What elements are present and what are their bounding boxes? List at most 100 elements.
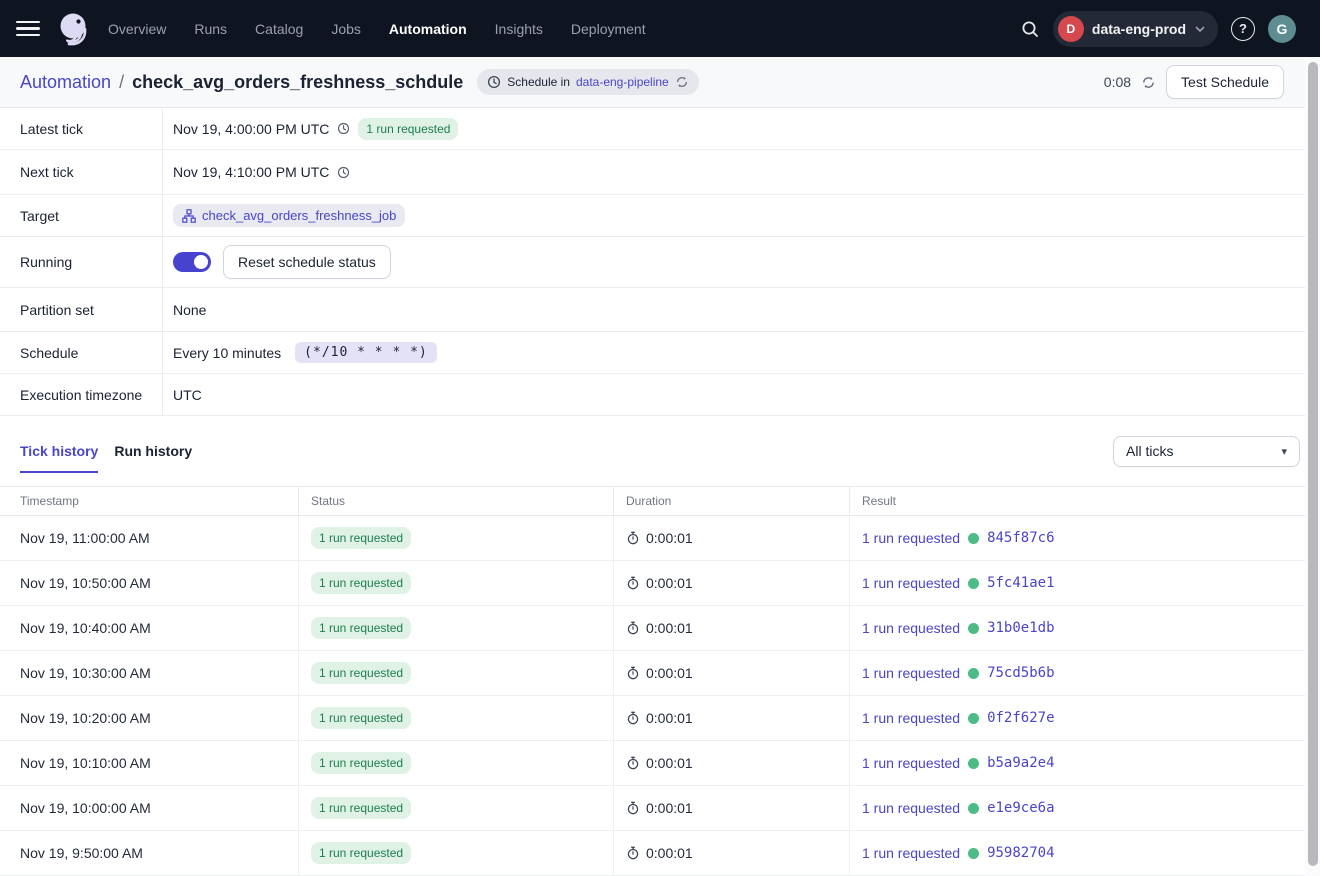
run-id-link[interactable]: 75cd5b6b [987, 665, 1054, 681]
detail-row-partition-set: Partition set None [0, 288, 1320, 332]
refresh-countdown: 0:08 [1104, 74, 1131, 90]
tick-duration: 0:00:01 [646, 530, 693, 546]
run-id-link[interactable]: e1e9ce6a [987, 800, 1054, 816]
test-schedule-button[interactable]: Test Schedule [1166, 65, 1284, 99]
nav-item-deployment[interactable]: Deployment [571, 21, 646, 37]
page-title: check_avg_orders_freshness_schdule [132, 72, 463, 93]
reset-schedule-status-button[interactable]: Reset schedule status [223, 245, 391, 279]
stopwatch-icon [626, 756, 640, 770]
run-success-dot [968, 713, 979, 724]
latest-tick-result-badge: 1 run requested [358, 118, 458, 140]
run-id-link[interactable]: 845f87c6 [987, 530, 1054, 546]
tick-status-badge: 1 run requested [311, 572, 411, 594]
tab-run-history[interactable]: Run history [114, 416, 192, 486]
detail-label: Latest tick [0, 108, 163, 149]
detail-label: Partition set [0, 288, 163, 331]
cron-expression-badge: (*/10 * * * *) [295, 342, 437, 363]
nav-right: D data-eng-prod ? G [1020, 11, 1296, 47]
page-header: Automation / check_avg_orders_freshness_… [0, 57, 1320, 108]
top-nav: Overview Runs Catalog Jobs Automation Insight… [0, 0, 1320, 57]
scrollbar-thumb[interactable] [1308, 62, 1318, 866]
run-id-link[interactable]: 95982704 [987, 845, 1054, 861]
repo-link[interactable]: data-eng-pipeline [576, 75, 669, 89]
tick-result-link[interactable]: 1 run requested [862, 755, 960, 771]
tick-result-link[interactable]: 1 run requested [862, 710, 960, 726]
tick-result-link[interactable]: 1 run requested [862, 530, 960, 546]
partition-set-value: None [173, 302, 206, 318]
user-avatar[interactable]: G [1268, 15, 1296, 43]
column-header-result: Result [850, 494, 1320, 508]
detail-label: Schedule [0, 332, 163, 373]
detail-row-next-tick: Next tick Nov 19, 4:10:00 PM UTC [0, 150, 1320, 195]
dagster-logo-icon[interactable] [54, 10, 92, 48]
stopwatch-icon [626, 711, 640, 725]
reload-repo-icon[interactable] [675, 75, 689, 89]
tick-status-badge: 1 run requested [311, 797, 411, 819]
nav-item-catalog[interactable]: Catalog [255, 21, 303, 37]
job-icon [182, 209, 196, 223]
workspace-name: data-eng-prod [1092, 21, 1186, 37]
clock-icon [487, 75, 501, 89]
hamburger-menu-icon[interactable] [16, 21, 40, 37]
tick-status-badge: 1 run requested [311, 707, 411, 729]
run-id-link[interactable]: 5fc41ae1 [987, 575, 1054, 591]
badge-prefix: Schedule in [507, 75, 570, 89]
schedule-kind-badge: Schedule in data-eng-pipeline [477, 69, 698, 95]
tick-result-link[interactable]: 1 run requested [862, 575, 960, 591]
stopwatch-icon [626, 621, 640, 635]
tick-timestamp: Nov 19, 10:40:00 AM [20, 620, 151, 636]
column-header-timestamp: Timestamp [0, 487, 299, 515]
detail-label: Running [0, 237, 163, 287]
help-icon[interactable]: ? [1231, 17, 1255, 41]
tick-duration: 0:00:01 [646, 620, 693, 636]
tick-status-badge: 1 run requested [311, 662, 411, 684]
tick-timestamp: Nov 19, 10:00:00 AM [20, 800, 151, 816]
tick-table-row: Nov 19, 10:40:00 AM 1 run requested 0:00… [0, 606, 1320, 651]
tick-table-row: Nov 19, 10:50:00 AM 1 run requested 0:00… [0, 561, 1320, 606]
tick-duration: 0:00:01 [646, 755, 693, 771]
run-id-link[interactable]: 0f2f627e [987, 710, 1054, 726]
detail-label: Execution timezone [0, 374, 163, 415]
vertical-scrollbar [1305, 58, 1320, 876]
nav-item-insights[interactable]: Insights [495, 21, 543, 37]
tick-filter-selected-value: All ticks [1126, 443, 1173, 459]
tick-filter-select[interactable]: All ticks ▾ [1113, 436, 1300, 467]
running-toggle[interactable] [173, 252, 211, 272]
tick-table-body: Nov 19, 11:00:00 AM 1 run requested 0:00… [0, 516, 1320, 876]
run-success-dot [968, 848, 979, 859]
nav-item-overview[interactable]: Overview [108, 21, 166, 37]
tick-result-link[interactable]: 1 run requested [862, 665, 960, 681]
workspace-switcher[interactable]: D data-eng-prod [1053, 11, 1218, 47]
run-success-dot [968, 758, 979, 769]
stopwatch-icon [626, 846, 640, 860]
run-success-dot [968, 578, 979, 589]
target-job-link[interactable]: check_avg_orders_freshness_job [173, 204, 405, 227]
clock-icon [337, 166, 350, 179]
refresh-icon[interactable] [1141, 75, 1156, 90]
stopwatch-icon [626, 801, 640, 815]
nav-item-automation[interactable]: Automation [389, 21, 467, 37]
tab-tick-history[interactable]: Tick history [20, 416, 98, 486]
tick-result-link[interactable]: 1 run requested [862, 800, 960, 816]
detail-row-execution-timezone: Execution timezone UTC [0, 374, 1320, 416]
run-id-link[interactable]: 31b0e1db [987, 620, 1054, 636]
tick-result-link[interactable]: 1 run requested [862, 845, 960, 861]
tick-table-row: Nov 19, 10:30:00 AM 1 run requested 0:00… [0, 651, 1320, 696]
nav-item-jobs[interactable]: Jobs [331, 21, 361, 37]
tick-result-link[interactable]: 1 run requested [862, 620, 960, 636]
tick-status-badge: 1 run requested [311, 527, 411, 549]
schedule-description: Every 10 minutes [173, 345, 281, 361]
caret-down-icon: ▾ [1281, 445, 1287, 458]
run-success-dot [968, 623, 979, 634]
breadcrumb-automation-link[interactable]: Automation [20, 72, 111, 93]
stopwatch-icon [626, 666, 640, 680]
stopwatch-icon [626, 531, 640, 545]
latest-tick-time: Nov 19, 4:00:00 PM UTC [173, 121, 329, 137]
run-id-link[interactable]: b5a9a2e4 [987, 755, 1054, 771]
target-job-name: check_avg_orders_freshness_job [202, 208, 396, 223]
search-icon[interactable] [1020, 19, 1040, 39]
nav-item-runs[interactable]: Runs [194, 21, 227, 37]
tick-timestamp: Nov 19, 10:30:00 AM [20, 665, 151, 681]
next-tick-time: Nov 19, 4:10:00 PM UTC [173, 164, 329, 180]
tick-table-header: Timestamp Status Duration Result [0, 486, 1320, 516]
